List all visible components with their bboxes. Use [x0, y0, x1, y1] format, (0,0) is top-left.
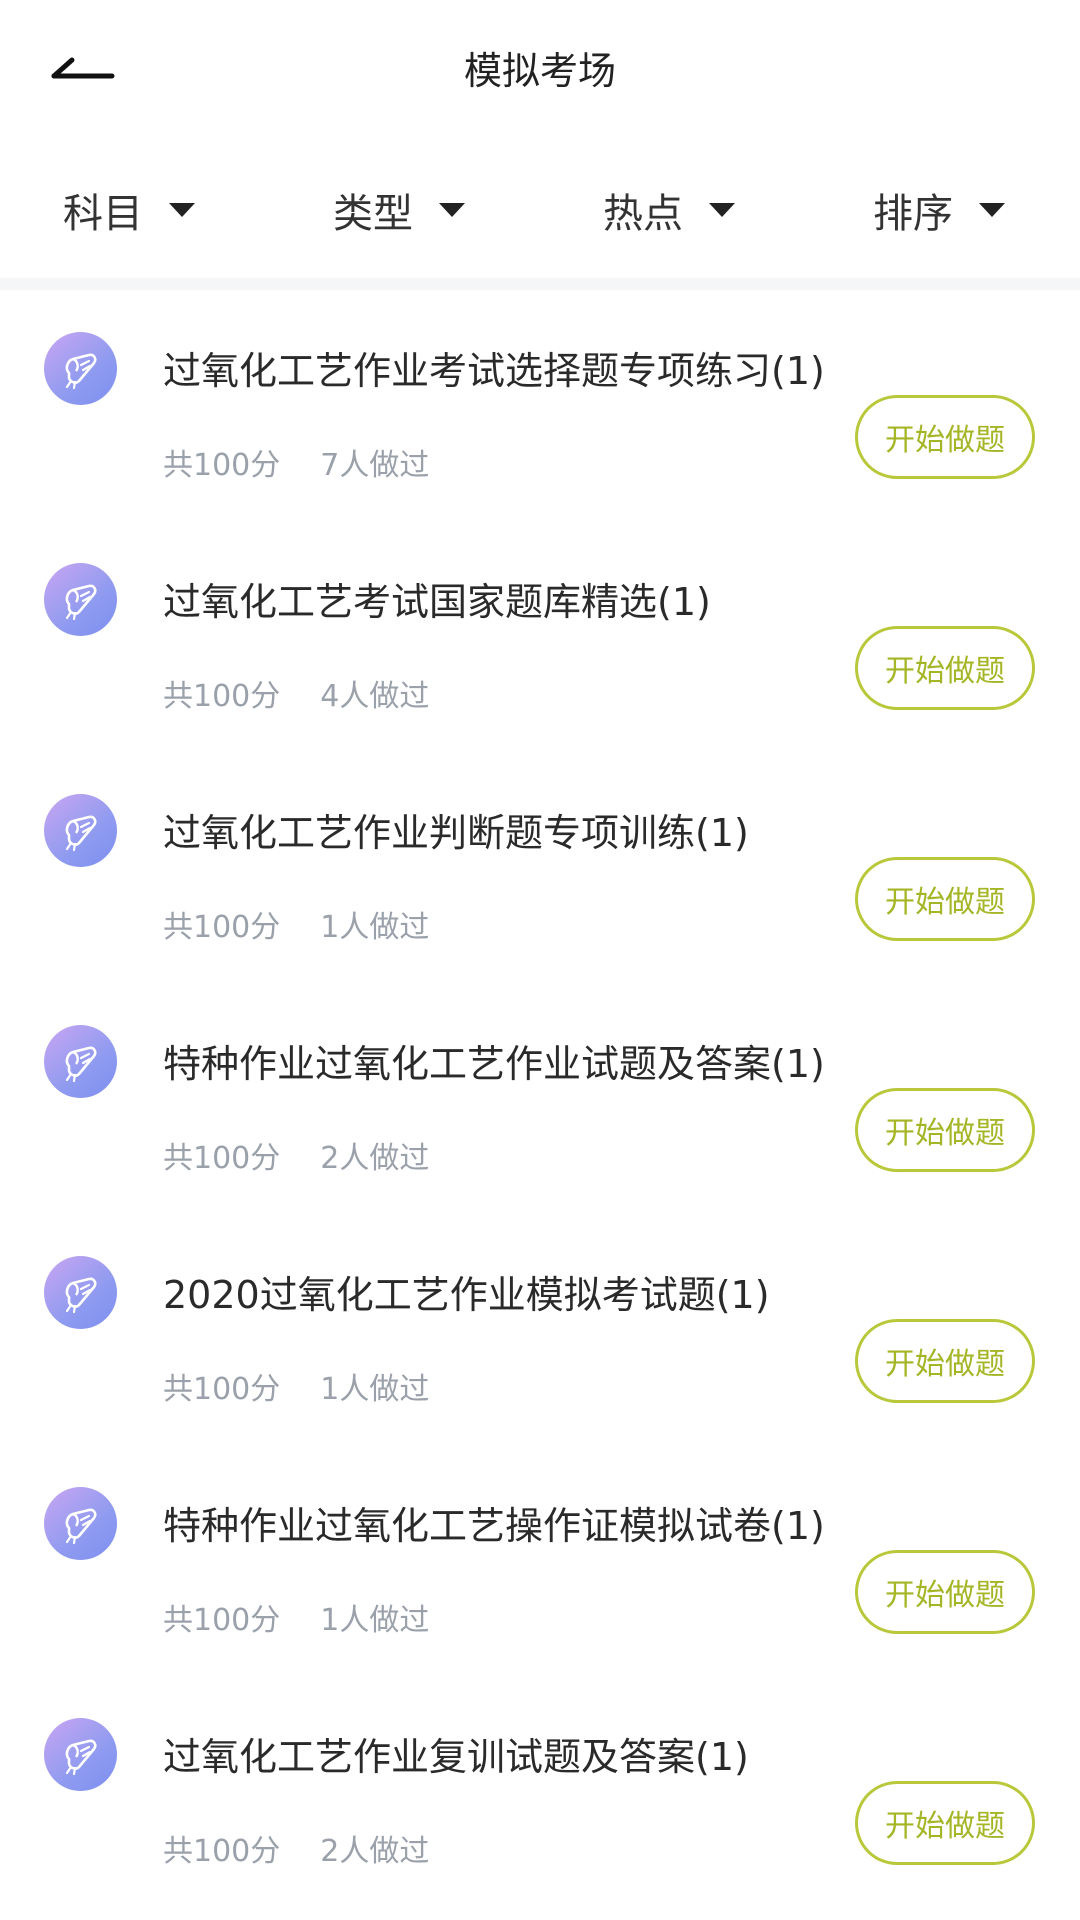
caret-down-icon [439, 203, 465, 217]
section-divider [0, 278, 1080, 290]
start-exam-button[interactable]: 开始做题 [855, 626, 1035, 710]
exam-total-score: 共100分 [163, 1603, 281, 1638]
exam-attempt-count: 1人做过 [320, 1372, 430, 1407]
exam-meta: 共100分 1人做过 [163, 902, 429, 946]
scroll-certificate-icon [44, 1256, 117, 1329]
exam-attempt-count: 1人做过 [320, 910, 430, 945]
exam-total-score: 共100分 [163, 1834, 281, 1869]
exam-title: 2020过氧化工艺作业模拟考试题(1) [163, 1273, 770, 1317]
exam-meta: 共100分 7人做过 [163, 440, 429, 484]
exam-total-score: 共100分 [163, 448, 281, 483]
filter-label: 排序 [873, 191, 953, 237]
exam-meta: 共100分 4人做过 [163, 671, 429, 715]
exam-list-item[interactable]: 过氧化工艺作业判断题专项训练(1) 共100分 1人做过 开始做题 [0, 752, 1080, 983]
exam-meta: 共100分 2人做过 [163, 1826, 429, 1870]
filter-subject-dropdown[interactable]: 科目 [63, 180, 195, 240]
exam-attempt-count: 2人做过 [320, 1141, 430, 1176]
exam-list-item[interactable]: 过氧化工艺作业复训试题及答案(1) 共100分 2人做过 开始做题 [0, 1676, 1080, 1907]
scroll-certificate-icon [44, 1718, 117, 1791]
exam-list: 过氧化工艺作业考试选择题专项练习(1) 共100分 7人做过 开始做题 过氧化工艺考试国… [0, 290, 1080, 1907]
exam-title: 特种作业过氧化工艺作业试题及答案(1) [163, 1042, 825, 1086]
start-exam-button[interactable]: 开始做题 [855, 1088, 1035, 1172]
exam-list-item[interactable]: 过氧化工艺考试国家题库精选(1) 共100分 4人做过 开始做题 [0, 521, 1080, 752]
scroll-certificate-icon [44, 794, 117, 867]
start-exam-button[interactable]: 开始做题 [855, 1319, 1035, 1403]
exam-meta: 共100分 1人做过 [163, 1364, 429, 1408]
caret-down-icon [979, 203, 1005, 217]
exam-total-score: 共100分 [163, 1141, 281, 1176]
filter-label: 热点 [603, 191, 683, 237]
filter-type-dropdown[interactable]: 类型 [333, 180, 465, 240]
scroll-certificate-icon [44, 563, 117, 636]
exam-title: 过氧化工艺作业判断题专项训练(1) [163, 811, 749, 855]
caret-down-icon [709, 203, 735, 217]
start-exam-button[interactable]: 开始做题 [855, 1781, 1035, 1865]
exam-list-item[interactable]: 特种作业过氧化工艺作业试题及答案(1) 共100分 2人做过 开始做题 [0, 983, 1080, 1214]
start-exam-button[interactable]: 开始做题 [855, 395, 1035, 479]
filter-bar: 科目 类型 热点 排序 [0, 140, 1080, 278]
filter-label: 科目 [63, 191, 143, 237]
filter-hot-dropdown[interactable]: 热点 [603, 180, 735, 240]
exam-total-score: 共100分 [163, 1372, 281, 1407]
start-exam-button[interactable]: 开始做题 [855, 857, 1035, 941]
filter-sort-dropdown[interactable]: 排序 [873, 180, 1005, 240]
scroll-certificate-icon [44, 1025, 117, 1098]
filter-label: 类型 [333, 191, 413, 237]
caret-down-icon [169, 203, 195, 217]
exam-list-item[interactable]: 2020过氧化工艺作业模拟考试题(1) 共100分 1人做过 开始做题 [0, 1214, 1080, 1445]
start-exam-button[interactable]: 开始做题 [855, 1550, 1035, 1634]
exam-attempt-count: 4人做过 [320, 679, 430, 714]
exam-meta: 共100分 1人做过 [163, 1595, 429, 1639]
exam-title: 过氧化工艺考试国家题库精选(1) [163, 580, 711, 624]
scroll-certificate-icon [44, 332, 117, 405]
exam-total-score: 共100分 [163, 910, 281, 945]
exam-list-item[interactable]: 过氧化工艺作业考试选择题专项练习(1) 共100分 7人做过 开始做题 [0, 290, 1080, 521]
exam-total-score: 共100分 [163, 679, 281, 714]
exam-title: 过氧化工艺作业考试选择题专项练习(1) [163, 349, 825, 393]
exam-title: 特种作业过氧化工艺操作证模拟试卷(1) [163, 1504, 825, 1548]
exam-attempt-count: 7人做过 [320, 448, 430, 483]
top-app-bar: 模拟考场 [0, 0, 1080, 140]
exam-list-item[interactable]: 特种作业过氧化工艺操作证模拟试卷(1) 共100分 1人做过 开始做题 [0, 1445, 1080, 1676]
exam-attempt-count: 1人做过 [320, 1603, 430, 1638]
exam-meta: 共100分 2人做过 [163, 1133, 429, 1177]
exam-attempt-count: 2人做过 [320, 1834, 430, 1869]
page-title: 模拟考场 [463, 49, 616, 93]
scroll-certificate-icon [44, 1487, 117, 1560]
exam-title: 过氧化工艺作业复训试题及答案(1) [163, 1735, 749, 1779]
